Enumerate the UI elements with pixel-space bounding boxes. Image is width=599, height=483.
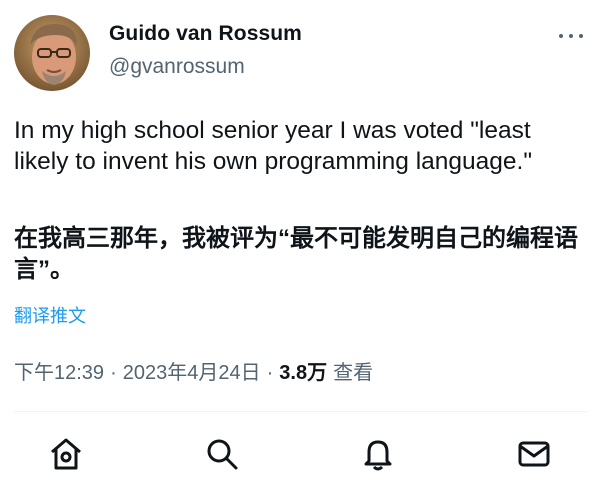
tweet: Guido van Rossum @gvanrossum In my high … <box>0 0 599 411</box>
author-handle[interactable]: @gvanrossum <box>109 55 245 79</box>
tweet-meta: 下午12:39 · 2023年4月24日 · 3.8万 查看 <box>14 356 373 385</box>
tweet-text-english: In my high school senior year I was vote… <box>14 117 533 175</box>
tweet-time[interactable]: 下午12:39 <box>14 356 104 385</box>
avatar[interactable] <box>14 15 90 91</box>
messages-icon[interactable] <box>514 434 554 474</box>
views-label: 查看 <box>333 362 374 384</box>
translate-tweet-link[interactable]: 翻译推文 <box>14 302 86 328</box>
views-count: 3.8万 <box>279 362 328 384</box>
tweet-text-chinese: 在我高三那年，我被评为“最不可能发明自己的编程语言”。 <box>14 225 578 283</box>
bottom-nav <box>0 412 599 483</box>
notifications-icon[interactable] <box>358 434 398 474</box>
meta-separator: · <box>110 362 117 384</box>
tweet-date[interactable]: 2023年4月24日 <box>123 356 261 385</box>
more-options-icon[interactable] <box>556 24 586 48</box>
meta-separator: · <box>266 362 274 384</box>
search-icon[interactable] <box>202 434 242 474</box>
home-icon[interactable] <box>46 434 86 474</box>
author-name[interactable]: Guido van Rossum <box>109 22 302 46</box>
